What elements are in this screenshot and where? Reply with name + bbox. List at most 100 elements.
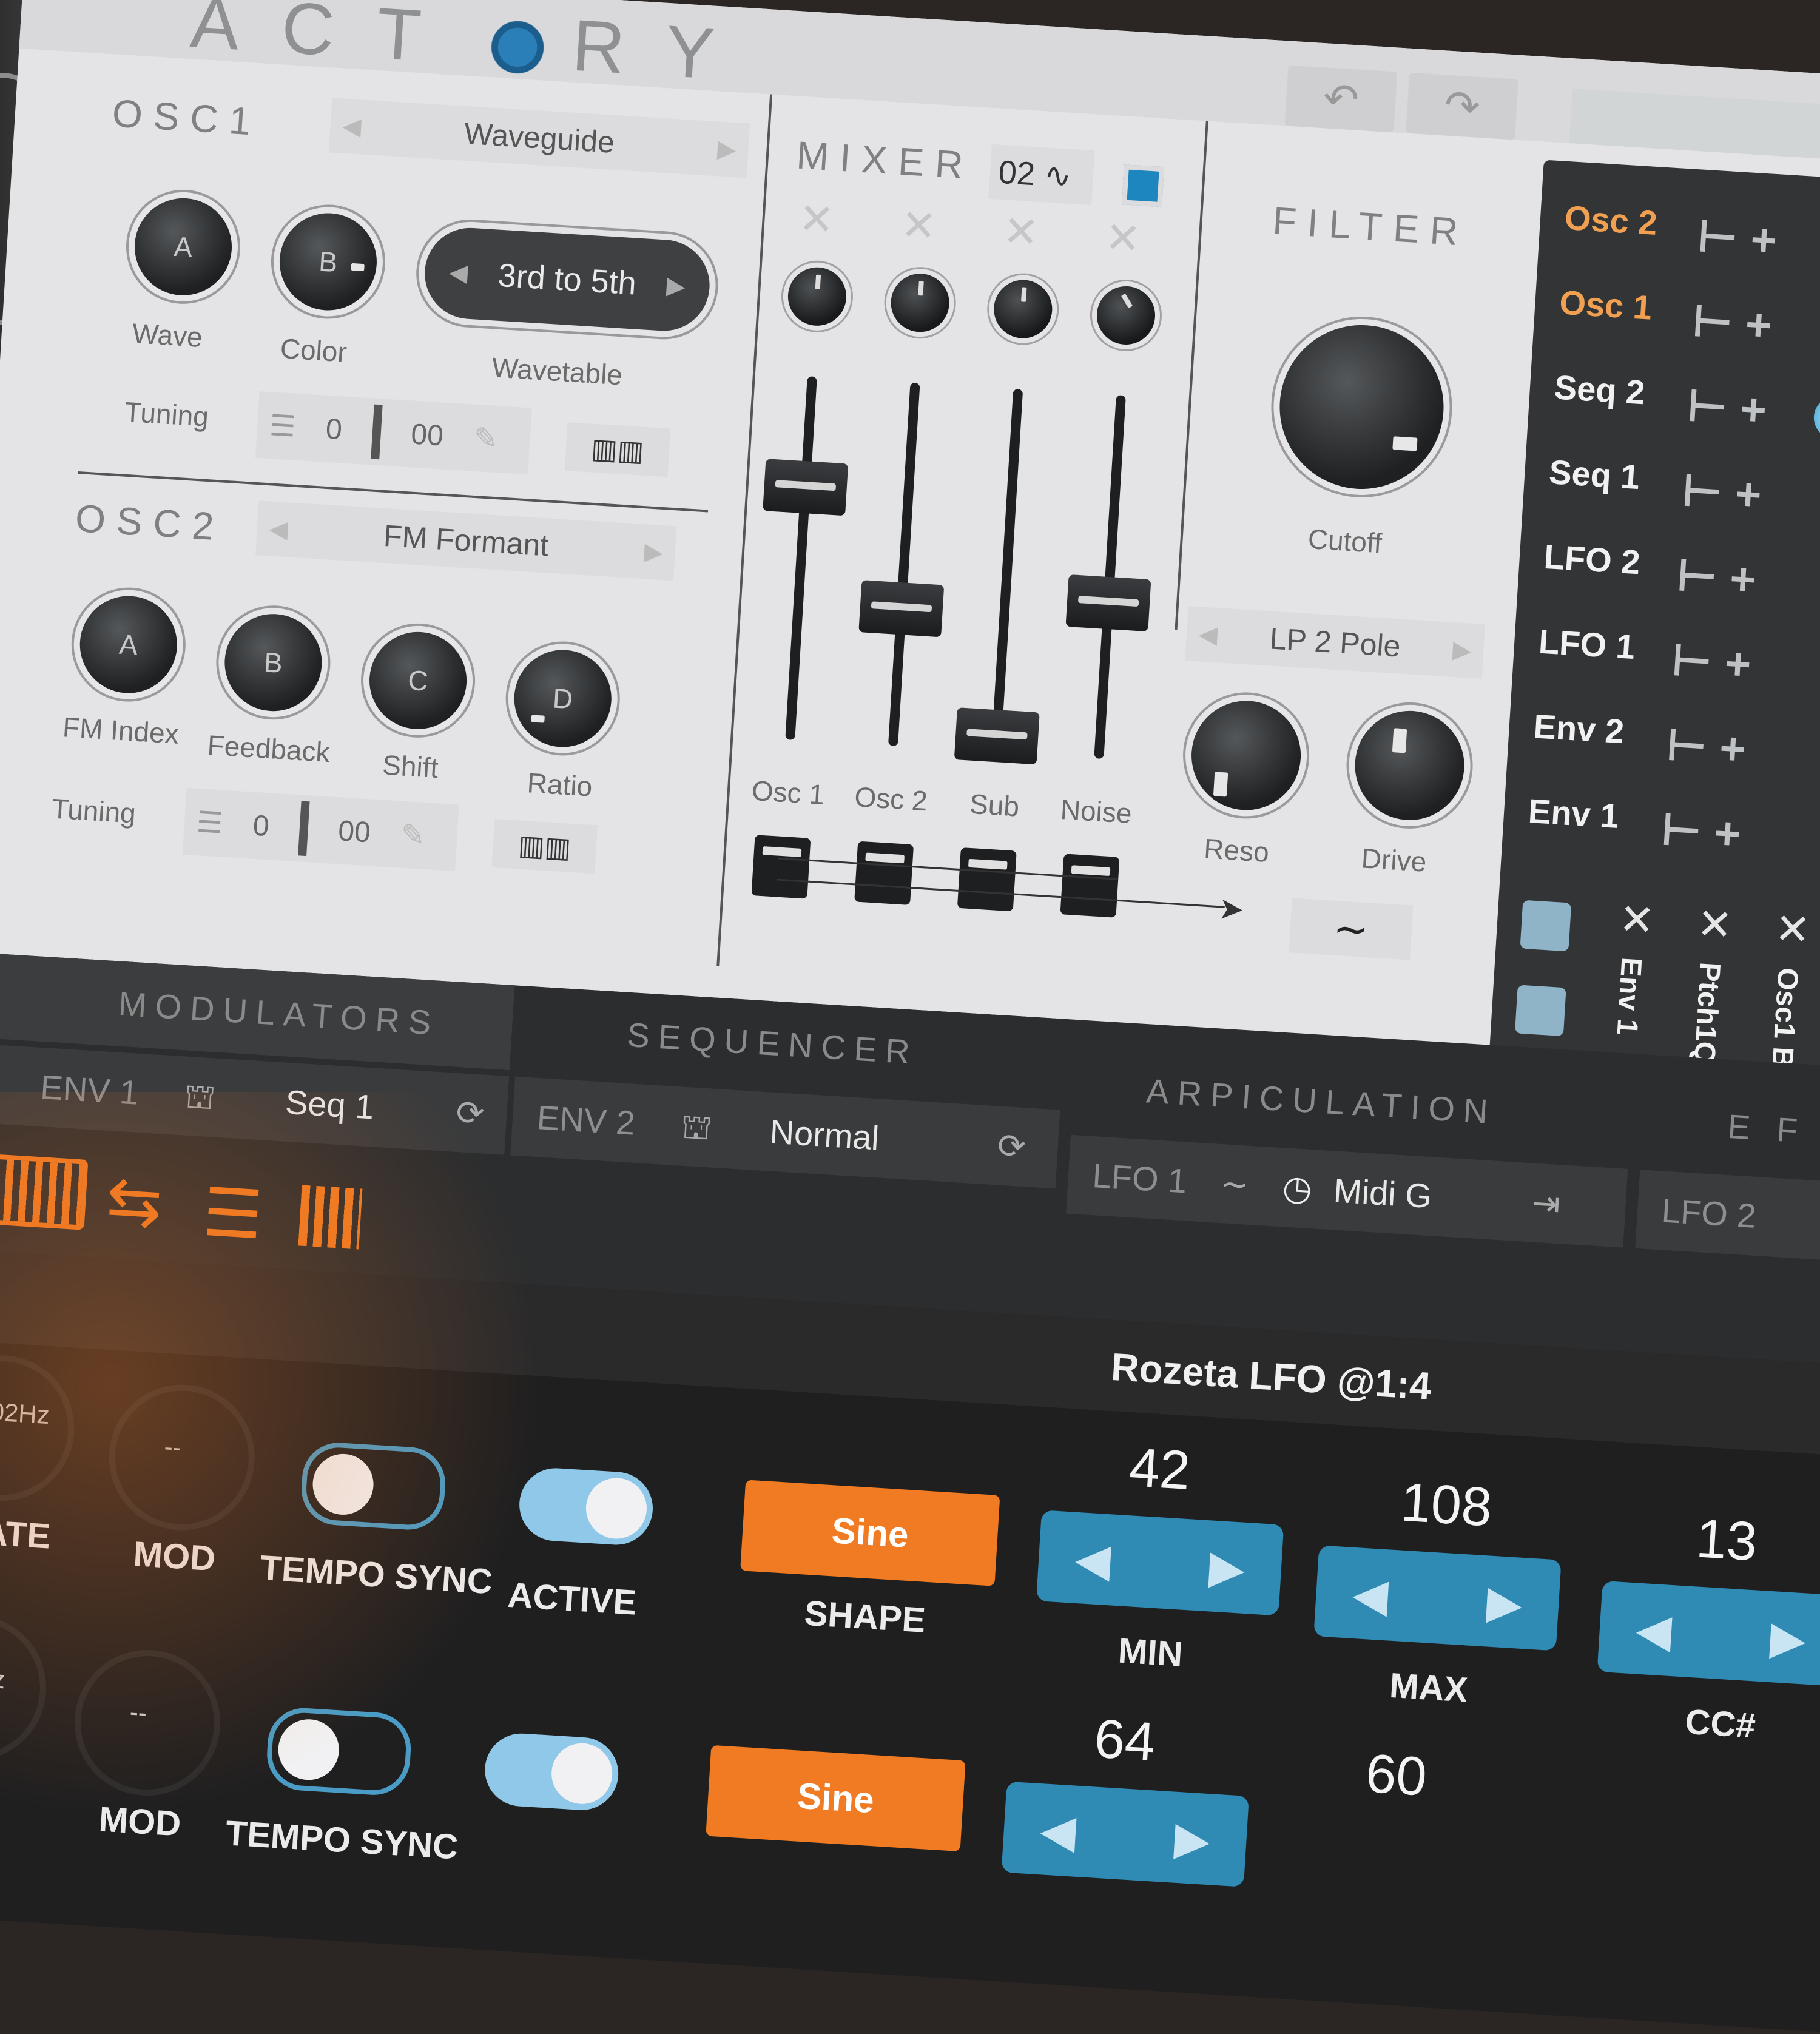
next-arrow-icon[interactable]: ▶ xyxy=(716,135,737,164)
pencil-icon[interactable]: ✎ xyxy=(400,818,426,853)
active-toggle-row2[interactable] xyxy=(482,1731,621,1813)
prev-arrow-icon[interactable]: ◀ xyxy=(268,514,289,544)
prev-arrow-icon[interactable]: ◀ xyxy=(1198,620,1219,649)
shape-button-row2[interactable]: Sine xyxy=(706,1745,966,1852)
device-icon[interactable]: ⛫ xyxy=(679,1107,713,1147)
osc1-color-knob[interactable]: B xyxy=(277,210,380,314)
osc2-tuning-fine[interactable]: 00 xyxy=(337,814,372,849)
increment-icon[interactable]: ▶ xyxy=(1485,1574,1524,1630)
osc2-tuning-coarse[interactable]: 0 xyxy=(252,809,270,843)
osc1-wave-knob[interactable]: A xyxy=(132,195,235,298)
dice-icon-2[interactable] xyxy=(1514,985,1566,1037)
filter-drive-knob[interactable] xyxy=(1352,707,1468,824)
skip-icon[interactable]: ⇥ xyxy=(1531,1183,1562,1223)
matrix-source-seq1[interactable]: Seq 1 xyxy=(1548,452,1641,497)
pencil-icon[interactable]: ✎ xyxy=(473,421,499,456)
matrix-source-osc2[interactable]: Osc 2 xyxy=(1563,198,1658,243)
osc1-fader[interactable] xyxy=(763,459,849,516)
tab-fx[interactable]: E F xyxy=(1725,1083,1820,1180)
output-curve-icon[interactable]: ∼ xyxy=(1289,898,1414,960)
mixer-voices[interactable]: 02 ∿ xyxy=(988,144,1095,206)
keyboard-orange-icon[interactable] xyxy=(0,1153,89,1230)
route-orange-icon[interactable]: ⇆ xyxy=(104,1161,165,1242)
cc-label-row1: CC# xyxy=(1684,1702,1757,1746)
osc1-tuning-fine[interactable]: 00 xyxy=(410,417,445,453)
mod-label-row2: MOD xyxy=(98,1799,183,1844)
max-stepper-row1[interactable]: ◀ ▶ xyxy=(1313,1545,1562,1651)
shape-button-row1[interactable]: Sine xyxy=(740,1480,1000,1586)
noise-fader[interactable] xyxy=(1065,574,1151,632)
rate-knob-row2[interactable] xyxy=(0,1611,51,1765)
cc-stepper-row1[interactable]: ◀ ▶ xyxy=(1597,1580,1820,1687)
tempo-sync-toggle-row2[interactable] xyxy=(265,1706,413,1797)
wavetable-next-icon[interactable]: ▶ xyxy=(666,272,686,301)
matrix-source-env2[interactable]: Env 2 xyxy=(1532,706,1625,751)
wavetable-selector[interactable]: ◀ 3rd to 5th ▶ xyxy=(422,225,713,334)
clock-icon[interactable]: ◷ xyxy=(1281,1168,1313,1208)
sub-fader[interactable] xyxy=(954,707,1040,765)
decrement-icon[interactable]: ◀ xyxy=(1039,1802,1077,1858)
osc2-preset-selector[interactable]: ◀ FM Formant ▶ xyxy=(255,500,677,581)
increment-icon[interactable]: ▶ xyxy=(1173,1810,1212,1866)
matrix-grid[interactable]: ⊢ + ⊢ + ⊢ + ⊢ + ⊢ + ⊢ + ⊢ + ⊢ + xyxy=(1659,194,1780,877)
osc1-tuning-coarse[interactable]: 0 xyxy=(325,412,343,446)
mod-knob-row1[interactable] xyxy=(104,1380,259,1535)
osc2-route-button[interactable] xyxy=(854,841,914,906)
decrement-icon[interactable]: ◀ xyxy=(1634,1601,1673,1657)
min-stepper-row2[interactable]: ◀ ▶ xyxy=(1001,1781,1249,1887)
increment-icon[interactable]: ▶ xyxy=(1768,1610,1807,1666)
osc1-pan-knob[interactable] xyxy=(786,265,848,328)
mixer-color-swatch[interactable] xyxy=(1122,164,1165,207)
osc2-pan-knob[interactable] xyxy=(889,272,951,334)
noise-pan-knob[interactable] xyxy=(1095,285,1157,346)
mod-knob-row2[interactable] xyxy=(70,1645,225,1800)
divider xyxy=(370,404,383,460)
osc2-fm-index-knob[interactable]: A xyxy=(77,593,180,696)
prev-arrow-icon[interactable]: ◀ xyxy=(342,112,362,141)
decrement-icon[interactable]: ◀ xyxy=(1351,1566,1390,1621)
tempo-sync-toggle-row1[interactable] xyxy=(299,1440,448,1532)
osc1-keyboard-icon[interactable]: ▥▥ xyxy=(564,422,671,477)
undo-button[interactable]: ↶ xyxy=(1284,65,1398,133)
sub-pan-knob[interactable] xyxy=(992,278,1054,340)
dice-icon[interactable] xyxy=(1520,900,1572,952)
filter-reso-knob[interactable] xyxy=(1188,698,1304,813)
mixer-channel-osc1: Osc 1 xyxy=(750,774,826,811)
active-label-row1: ACTIVE xyxy=(506,1575,638,1623)
osc1-tuning-field[interactable]: ☰ 0 00 ✎ xyxy=(255,391,532,475)
matrix-source-osc1[interactable]: Osc 1 xyxy=(1559,283,1653,328)
osc2-keyboard-icon[interactable]: ▥▥ xyxy=(491,818,598,874)
bars-orange-icon[interactable] xyxy=(298,1185,363,1250)
list-orange-icon[interactable]: ☰ xyxy=(201,1173,265,1254)
osc2-ratio-knob[interactable]: D xyxy=(511,647,615,750)
matrix-source-lfo1[interactable]: LFO 1 xyxy=(1537,622,1636,667)
matrix-source-seq2[interactable]: Seq 2 xyxy=(1553,367,1646,412)
matrix-active-node[interactable] xyxy=(1812,395,1820,440)
increment-icon[interactable]: ▶ xyxy=(1208,1539,1247,1595)
osc1-route-button[interactable] xyxy=(751,835,811,899)
osc2-feedback-knob[interactable]: B xyxy=(221,611,325,714)
noise-route-button[interactable] xyxy=(1060,854,1120,918)
matrix-source-lfo2[interactable]: LFO 2 xyxy=(1543,537,1641,582)
sub-route-button[interactable] xyxy=(957,847,1017,912)
sub-fader-track xyxy=(991,388,1023,753)
filter-type-selector[interactable]: ◀ LP 2 Pole ▶ xyxy=(1185,606,1486,679)
redo-button[interactable]: ↷ xyxy=(1406,72,1518,140)
wavetable-prev-icon[interactable]: ◀ xyxy=(448,258,469,288)
osc2-fader[interactable] xyxy=(858,580,945,638)
lfo2-slot[interactable]: LFO 2 xyxy=(1635,1170,1820,1264)
next-arrow-icon[interactable]: ▶ xyxy=(644,537,664,567)
next-arrow-icon[interactable]: ▶ xyxy=(1452,636,1472,665)
matrix-dest-x-icons[interactable]: ✕✕✕ xyxy=(1617,894,1820,957)
filter-cutoff-knob[interactable] xyxy=(1275,320,1449,494)
min-stepper-row1[interactable]: ◀ ▶ xyxy=(1036,1510,1284,1616)
active-toggle-row1[interactable] xyxy=(517,1466,655,1547)
device-icon[interactable]: ⛫ xyxy=(183,1076,217,1116)
cycle-icon[interactable]: ⟳ xyxy=(455,1093,486,1133)
osc1-preset-selector[interactable]: ◀ Waveguide ▶ xyxy=(328,98,750,178)
osc2-tuning-field[interactable]: ☰ 0 00 ✎ xyxy=(182,787,459,872)
decrement-icon[interactable]: ◀ xyxy=(1074,1531,1113,1586)
osc2-shift-knob[interactable]: C xyxy=(366,629,470,732)
cycle-icon[interactable]: ⟳ xyxy=(996,1126,1027,1166)
matrix-source-env1[interactable]: Env 1 xyxy=(1527,791,1620,836)
